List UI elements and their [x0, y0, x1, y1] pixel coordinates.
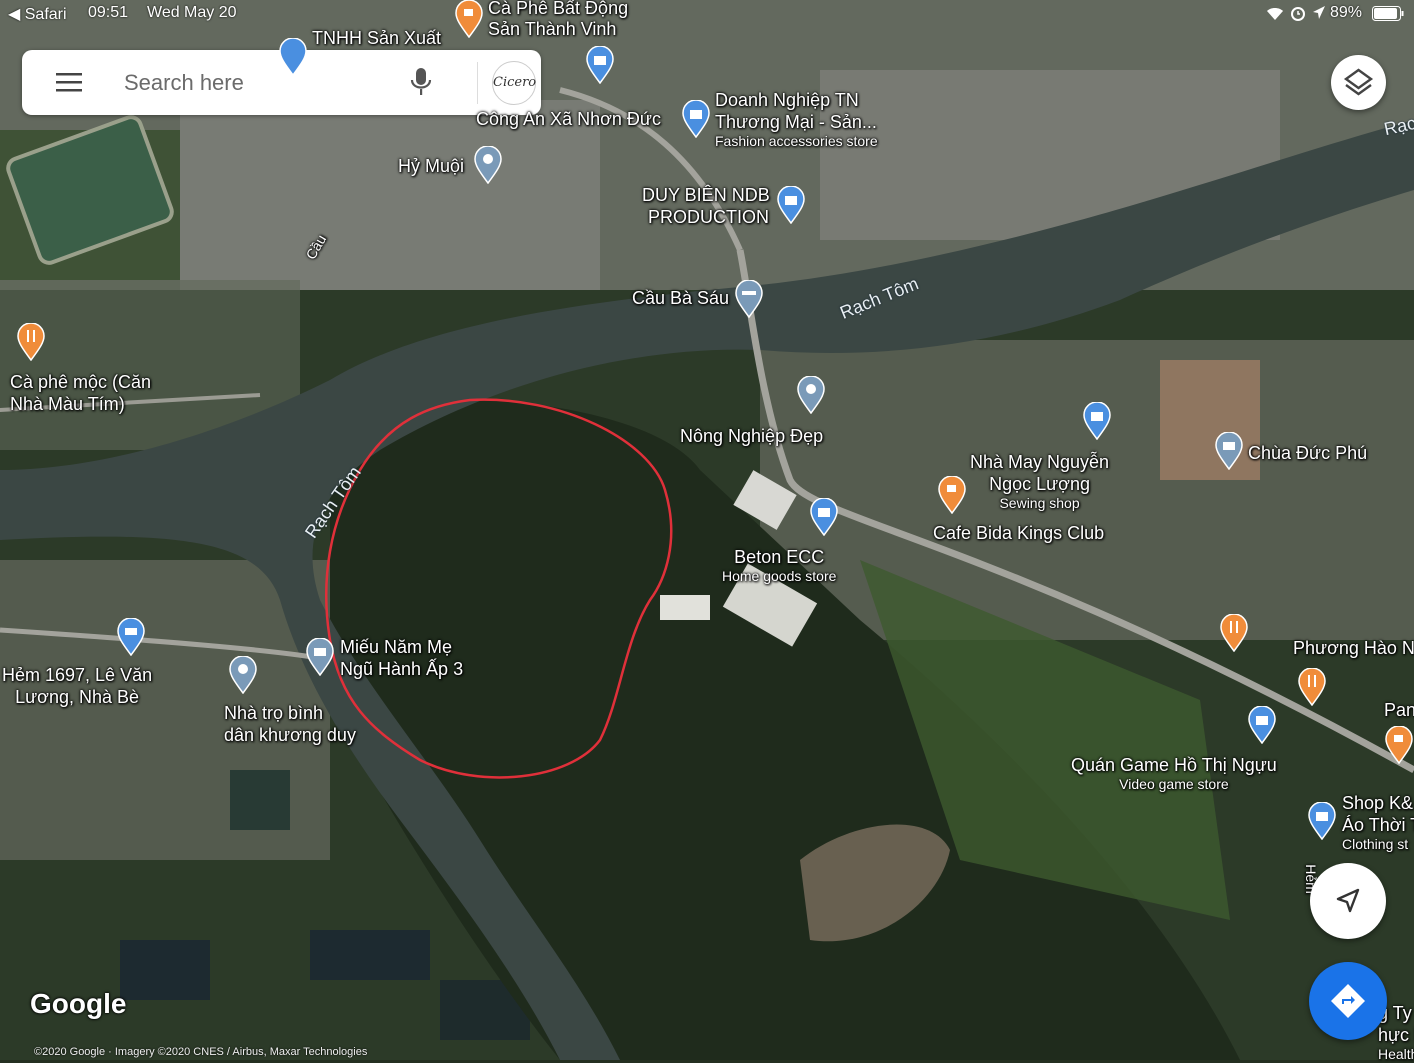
layers-icon [1343, 68, 1374, 96]
shopping-bag-pin-icon[interactable] [1082, 402, 1112, 440]
shopping-cart-pin-icon[interactable] [116, 618, 146, 656]
shopping-bag-pin-icon[interactable] [809, 498, 839, 536]
directions-icon [1331, 984, 1365, 1018]
status-time: 09:51 [88, 4, 129, 21]
place-pin-icon[interactable] [473, 146, 503, 184]
map-label[interactable]: Doanh Nghiệp TN Thương Mại - Sản... Fash… [715, 89, 878, 150]
map-label[interactable]: Nhà trọ bình dân khương duy [224, 702, 356, 746]
place-pin-icon[interactable] [796, 376, 826, 414]
restaurant-pin-icon[interactable] [1219, 614, 1249, 652]
search-input[interactable] [122, 64, 396, 102]
map-label[interactable]: Cầu Bà Sáu [632, 287, 729, 309]
account-avatar[interactable]: Cicero [492, 61, 536, 105]
shopping-bag-pin-icon[interactable] [1247, 706, 1277, 744]
cafe-pin-icon[interactable] [1384, 726, 1414, 764]
map-copyright[interactable]: ©2020 Google · Imagery ©2020 CNES / Airb… [34, 1046, 367, 1058]
map-label[interactable]: Hẻm 1697, Lê Văn Lương, Nhà Bè [2, 664, 152, 708]
satellite-map[interactable] [0, 0, 1414, 1060]
battery-percent: 89% [1330, 4, 1363, 21]
shopping-bag-pin-icon[interactable] [776, 186, 806, 224]
temple-pin-icon[interactable] [305, 638, 335, 676]
map-label[interactable]: Beton ECC Home goods store [722, 546, 836, 585]
google-logo: Google [30, 988, 127, 1019]
map-label[interactable]: Nông Nghiệp Đẹp [680, 425, 823, 447]
directions-button[interactable] [1309, 962, 1387, 1040]
my-location-button[interactable] [1310, 863, 1386, 939]
map-label[interactable]: Phương Hào N [1293, 637, 1414, 659]
map-label[interactable]: TNHH Sản Xuất [312, 27, 441, 49]
map-label[interactable]: Cafe Bida Kings Club [933, 522, 1104, 544]
bridge-pin-icon[interactable] [734, 280, 764, 318]
map-label[interactable]: Công An Xã Nhơn Đức [476, 108, 661, 130]
status-bar: ◀ Safari 09:51 Wed May 20 89% [0, 0, 1414, 28]
microphone-icon[interactable] [408, 66, 434, 98]
back-to-safari[interactable]: ◀ Safari [8, 4, 67, 24]
map-label[interactable]: DUY BIÊN NDB PRODUCTION [642, 184, 770, 228]
status-date: Wed May 20 [147, 4, 237, 21]
map-label[interactable]: Sản Thành Vinh [488, 18, 616, 40]
place-pin-icon[interactable] [228, 656, 258, 694]
map-label[interactable]: Cà phê mộc (Căn Nhà Màu Tím) [10, 371, 151, 415]
map-label[interactable]: Pan [1384, 699, 1414, 721]
battery-icon [1372, 6, 1404, 26]
temple-pin-icon[interactable] [1214, 432, 1244, 470]
alarm-icon [1290, 5, 1306, 26]
layers-button[interactable] [1331, 55, 1386, 110]
map-label[interactable]: Miếu Năm Mẹ Ngũ Hành Ấp 3 [340, 636, 463, 680]
map-label[interactable]: Nhà May Nguyễn Ngọc Lượng Sewing shop [970, 451, 1109, 512]
map-label[interactable]: Hỷ Muội [398, 155, 464, 177]
restaurant-pin-icon[interactable] [16, 323, 46, 361]
shopping-bag-pin-icon[interactable] [681, 100, 711, 138]
shopping-pin-icon[interactable] [278, 38, 308, 76]
cafe-pin-icon[interactable] [937, 476, 967, 514]
search-divider [477, 62, 478, 104]
map-label[interactable]: Cà Phê Bất Động [488, 0, 628, 19]
shopping-bag-pin-icon[interactable] [585, 46, 615, 84]
cafe-pin-icon[interactable] [454, 0, 484, 38]
shopping-bag-pin-icon[interactable] [1307, 802, 1337, 840]
map-label[interactable]: Quán Game Hồ Thị Ngựu Video game store [1071, 754, 1277, 793]
navigation-arrow-icon [1336, 888, 1360, 913]
wifi-icon [1265, 5, 1285, 26]
hamburger-menu-icon[interactable] [56, 70, 84, 94]
location-arrow-icon [1312, 5, 1326, 26]
restaurant-pin-icon[interactable] [1297, 668, 1327, 706]
map-label[interactable]: Shop K& Áo Thời T Clothing st [1342, 792, 1414, 853]
map-label[interactable]: Chùa Đức Phú [1248, 442, 1367, 464]
